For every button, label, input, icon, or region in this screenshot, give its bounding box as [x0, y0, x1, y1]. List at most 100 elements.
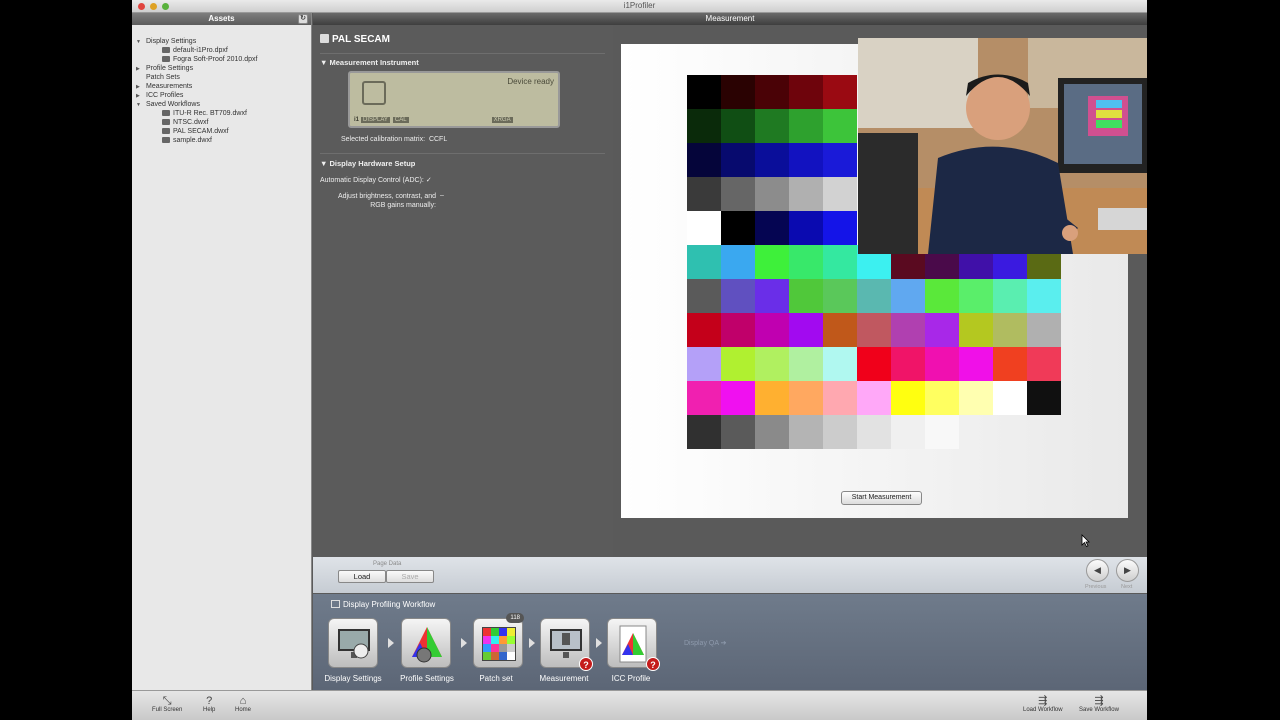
- arrow-circle-icon: ➔: [720, 640, 727, 647]
- full-screen-button[interactable]: ⤡ Full Screen: [152, 695, 182, 713]
- color-patch: [823, 415, 857, 449]
- color-patch: [755, 211, 789, 245]
- save-workflow-button[interactable]: ⇶ Save Workflow: [1079, 695, 1119, 713]
- save-workflow-icon: ⇶: [1094, 695, 1104, 707]
- color-patch: [993, 313, 1027, 347]
- workflow-step-profile-settings[interactable]: [401, 618, 451, 668]
- start-measurement-button[interactable]: Start Measurement: [841, 491, 922, 505]
- color-patch: [687, 381, 721, 415]
- monitor-icon: [331, 600, 340, 608]
- lcd-tag-xrga: XRGA: [491, 117, 513, 123]
- color-patch: [687, 211, 721, 245]
- color-patch: [925, 347, 959, 381]
- color-patch: [687, 109, 721, 143]
- workflow-arrow: [596, 638, 602, 648]
- color-patch: [959, 279, 993, 313]
- tree-file-item[interactable]: NTSC.dwxf: [136, 118, 311, 127]
- adc-checkbox[interactable]: ✓: [426, 177, 432, 184]
- tree-folder-item[interactable]: ▶ Profile Settings: [136, 64, 311, 73]
- color-patch: [857, 381, 891, 415]
- color-patch: [1027, 347, 1061, 381]
- tree-folder-item[interactable]: ▼ Display Settings: [136, 37, 311, 46]
- color-patch: [823, 177, 857, 211]
- save-button[interactable]: Save: [386, 570, 434, 583]
- color-patch: [891, 347, 925, 381]
- manual-adjust-checkbox[interactable]: –: [440, 192, 444, 199]
- tree-item-label: NTSC.dwxf: [173, 119, 209, 126]
- display-qa-link[interactable]: Display QA ➔: [684, 639, 726, 647]
- color-patch: [1027, 381, 1061, 415]
- asset-tree: ▼ Display Settings default-i1Pro.dpxf Fogra…: [132, 25, 311, 145]
- tree-item-label: sample.dwxf: [173, 137, 212, 144]
- workflow-step-measurement[interactable]: ?: [540, 618, 593, 671]
- color-patch: [823, 75, 857, 109]
- color-patch: [687, 313, 721, 347]
- color-patch: [789, 109, 823, 143]
- divider: [320, 153, 605, 154]
- color-patch: [823, 347, 857, 381]
- page-data-bar: Page Data Load Save ◀ Previous ▶ Next: [313, 557, 1147, 593]
- color-patch: [687, 75, 721, 109]
- workflow-arrow: [388, 638, 394, 648]
- device-status: Device ready: [507, 77, 554, 86]
- tree-item-label: ICC Profiles: [146, 92, 184, 99]
- color-patch: [755, 177, 789, 211]
- load-workflow-button[interactable]: ⇶ Load Workflow: [1023, 695, 1063, 713]
- tree-file-item[interactable]: sample.dwxf: [136, 136, 311, 145]
- color-patch: [1027, 279, 1061, 313]
- color-patch: [925, 313, 959, 347]
- color-patch: [721, 415, 755, 449]
- workflow-step-icc-profile[interactable]: ?: [607, 618, 660, 671]
- measurement-instrument-heading[interactable]: ▼ Measurement Instrument: [320, 58, 419, 67]
- title-bar: i1Profiler: [132, 0, 1147, 13]
- load-button[interactable]: Load: [338, 570, 386, 583]
- tree-folder-item[interactable]: ▼ Saved Workflows: [136, 100, 311, 109]
- tree-item-label: default-i1Pro.dpxf: [173, 47, 228, 54]
- home-button[interactable]: ⌂ Home: [235, 695, 251, 713]
- color-patch: [789, 415, 823, 449]
- previous-label: Previous: [1085, 584, 1107, 590]
- refresh-icon[interactable]: ↻: [298, 14, 308, 24]
- file-icon: [162, 47, 170, 53]
- workflow-step-patch-set[interactable]: 118: [473, 613, 524, 668]
- color-patch: [755, 279, 789, 313]
- color-patch: [789, 177, 823, 211]
- color-patch: [755, 415, 789, 449]
- color-patch: [755, 75, 789, 109]
- tree-folder-item[interactable]: ▶ ICC Profiles: [136, 91, 311, 100]
- tree-file-item[interactable]: Fogra Soft-Proof 2010.dpxf: [136, 55, 311, 64]
- workflow-step-display-settings[interactable]: [328, 618, 378, 668]
- help-button[interactable]: ? Help: [203, 695, 215, 713]
- color-patch: [721, 109, 755, 143]
- color-patch: [959, 347, 993, 381]
- panel-title: PAL SECAM: [320, 34, 390, 45]
- next-button[interactable]: ▶: [1116, 559, 1139, 582]
- display-hardware-heading[interactable]: ▼ Display Hardware Setup: [320, 159, 415, 168]
- tree-file-item[interactable]: PAL SECAM.dwxf: [136, 127, 311, 136]
- color-patch: [959, 313, 993, 347]
- color-patch: [823, 279, 857, 313]
- color-patch: [721, 313, 755, 347]
- main-header: Measurement: [313, 13, 1147, 25]
- tree-folder-item[interactable]: Patch Sets: [136, 73, 311, 82]
- window-title: i1Profiler: [623, 1, 656, 10]
- full-screen-icon: ⤡: [162, 695, 172, 707]
- color-patch: [789, 279, 823, 313]
- presenter-video-image: [858, 38, 1147, 254]
- workflow-bar: Display Profiling Workflow Display Setti…: [313, 594, 1147, 690]
- color-patch: [993, 347, 1027, 381]
- color-patch: [755, 381, 789, 415]
- color-patch: [925, 381, 959, 415]
- color-patch: [755, 313, 789, 347]
- tree-folder-item[interactable]: ▶ Measurements: [136, 82, 311, 91]
- tree-file-item[interactable]: default-i1Pro.dpxf: [136, 46, 311, 55]
- color-patch: [789, 245, 823, 279]
- tree-item-label: Fogra Soft-Proof 2010.dpxf: [173, 56, 258, 63]
- color-patch: [857, 279, 891, 313]
- tree-file-item[interactable]: ITU-R Rec. BT709.dwxf: [136, 109, 311, 118]
- color-patch: [993, 381, 1027, 415]
- color-patch: [1027, 313, 1061, 347]
- previous-button[interactable]: ◀: [1086, 559, 1109, 582]
- color-patch: [789, 381, 823, 415]
- workflow-label-profile-settings: Profile Settings: [400, 674, 454, 683]
